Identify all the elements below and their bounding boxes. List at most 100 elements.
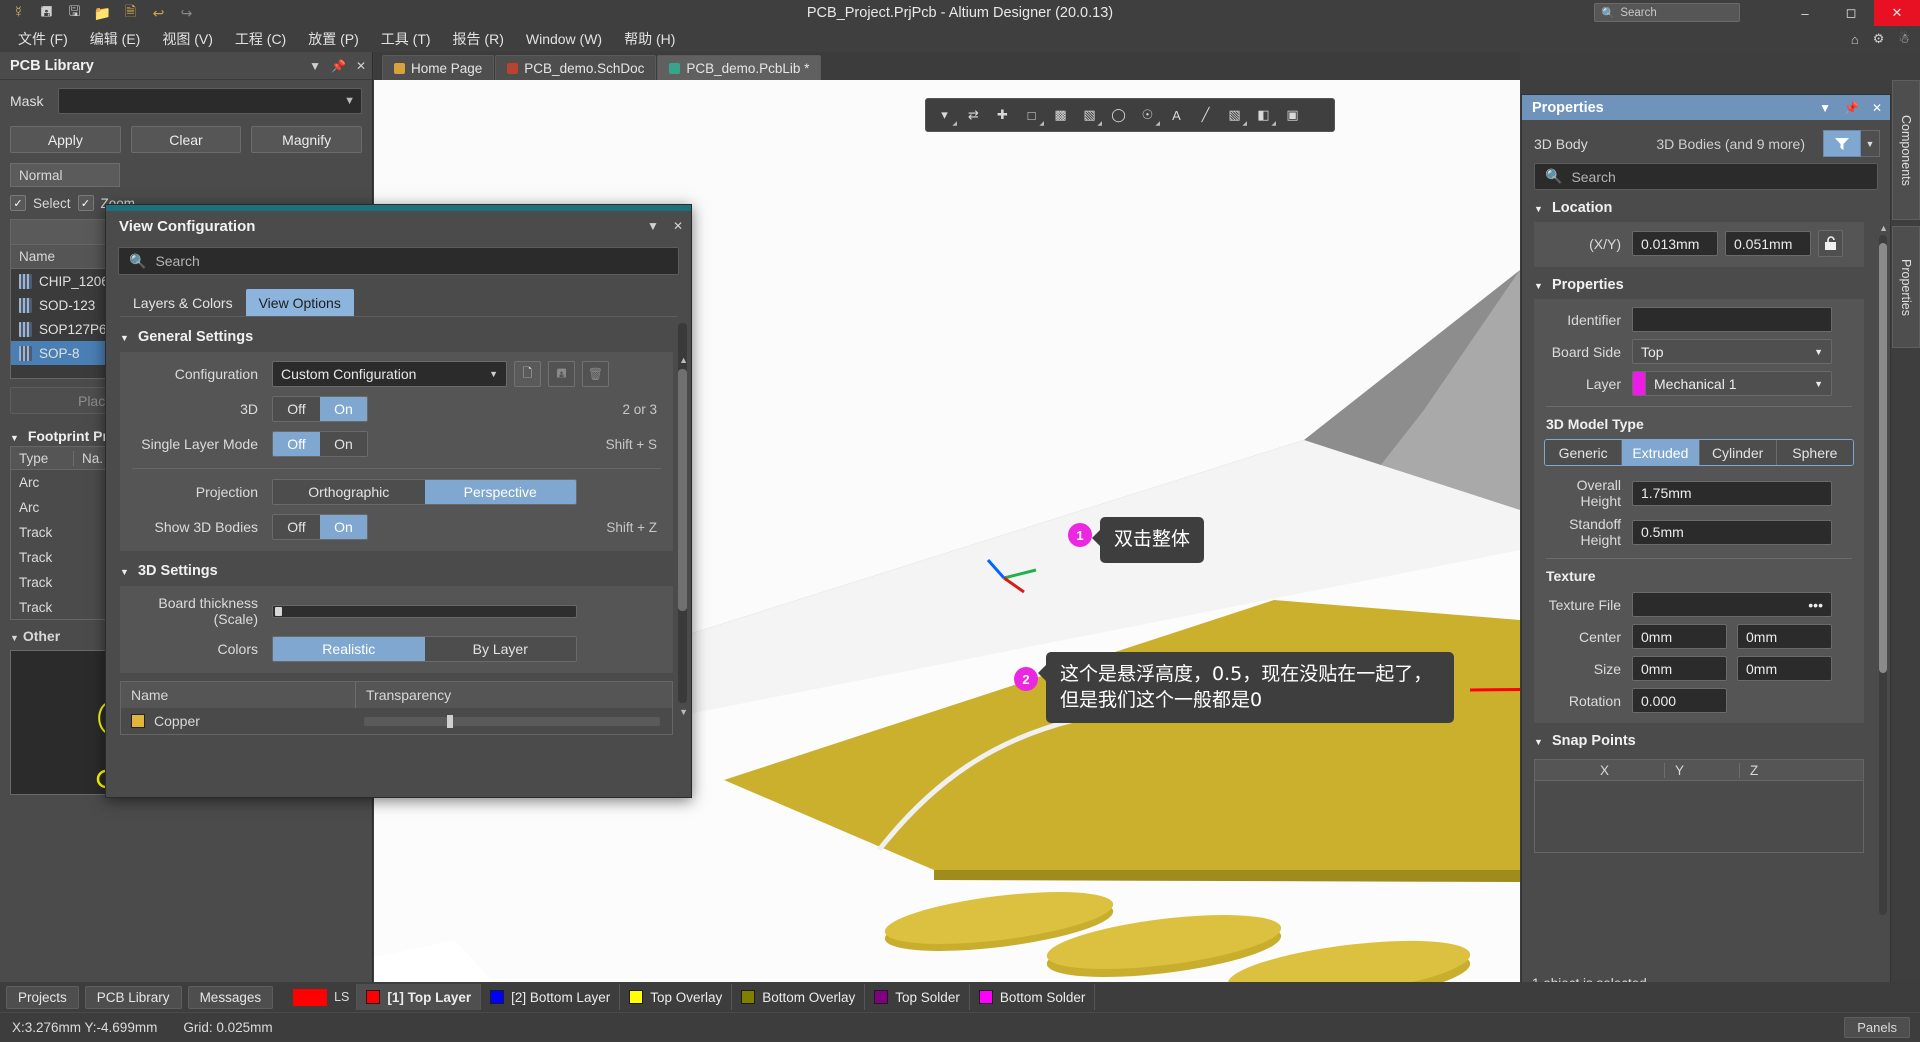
layer-set-chip[interactable]: LS	[293, 984, 358, 1010]
tab-view-options[interactable]: View Options	[245, 289, 354, 316]
3d-toggle[interactable]: Off On	[272, 396, 368, 422]
menu-view[interactable]: 视图 (V)	[152, 26, 223, 52]
location-y-input[interactable]: 0.051mm	[1725, 231, 1811, 256]
menu-edit[interactable]: 编辑 (E)	[80, 26, 151, 52]
layer-tab-bottom-solder[interactable]: Bottom Solder	[970, 984, 1096, 1010]
snap-points-section-title[interactable]: ▼ Snap Points	[1522, 723, 1890, 755]
apply-button[interactable]: Apply	[10, 126, 121, 153]
overall-height-input[interactable]: 1.75mm	[1632, 480, 1832, 506]
tab-layers-and-colors[interactable]: Layers & Colors	[120, 289, 246, 316]
panel-tab-messages[interactable]: Messages	[187, 985, 274, 1009]
gear-icon[interactable]: ⚙	[1873, 31, 1885, 47]
global-search-box[interactable]: 🔍 Search	[1594, 3, 1740, 22]
eraser-icon[interactable]: ▧ ◢	[1076, 102, 1103, 128]
save-config-icon[interactable]: 🗋	[514, 361, 541, 387]
colors-realistic-button[interactable]: Realistic	[273, 637, 425, 661]
3d-model-type-toggle[interactable]: Generic Extruded Cylinder Sphere	[1544, 439, 1854, 466]
layer-tab-bottom-overlay[interactable]: Bottom Overlay	[732, 984, 866, 1010]
panel-tab-projects[interactable]: Projects	[6, 985, 79, 1009]
model-type-generic-button[interactable]: Generic	[1545, 440, 1623, 465]
menu-file[interactable]: 文件 (F)	[8, 26, 78, 52]
texture-browse-icon[interactable]: •••	[1808, 597, 1823, 613]
circle-icon[interactable]: ◯	[1105, 102, 1132, 128]
home-icon[interactable]: ⌂	[1851, 32, 1859, 47]
model-type-sphere-button[interactable]: Sphere	[1776, 440, 1853, 465]
3d-on-button[interactable]: On	[320, 397, 367, 421]
view-configuration-search[interactable]: 🔍 Search	[118, 247, 679, 275]
select-checkbox[interactable]: ✓	[10, 195, 26, 211]
select-rect-icon[interactable]: □ ◢	[1018, 102, 1045, 128]
funnel-icon[interactable]	[1823, 130, 1861, 157]
region-icon[interactable]: ▣	[1279, 102, 1306, 128]
chart-icon[interactable]: ▩	[1047, 102, 1074, 128]
slider-handle[interactable]	[447, 714, 453, 728]
colors-toggle[interactable]: Realistic By Layer	[272, 636, 577, 662]
dock-tab-properties[interactable]: Properties	[1892, 226, 1920, 348]
delete-config-icon[interactable]: 🗑	[582, 361, 609, 387]
single-layer-on-button[interactable]: On	[320, 432, 367, 456]
close-icon[interactable]: ✕	[673, 219, 683, 233]
show-bodies-on-button[interactable]: On	[320, 515, 367, 539]
standoff-height-input[interactable]: 0.5mm	[1632, 519, 1832, 545]
chevron-down-icon[interactable]: ▼	[1861, 130, 1880, 157]
menu-help[interactable]: 帮助 (H)	[614, 26, 685, 52]
board-thickness-slider[interactable]	[272, 604, 577, 618]
texture-rotation-input[interactable]: 0.000	[1632, 688, 1727, 713]
chevron-down-icon[interactable]: ▼	[309, 59, 321, 73]
snap-points-table-body[interactable]	[1534, 781, 1864, 853]
configuration-select[interactable]: Custom Configuration ▼	[272, 361, 507, 387]
close-icon[interactable]: ✕	[1872, 101, 1882, 115]
polygon-icon[interactable]: ▧ ◢	[1221, 102, 1248, 128]
chevron-down-icon[interactable]: ▼	[647, 219, 659, 233]
show-3d-bodies-toggle[interactable]: Off On	[272, 514, 368, 540]
user-icon[interactable]: ☃	[1898, 31, 1910, 47]
zoom-checkbox[interactable]: ✓	[77, 195, 94, 211]
show-bodies-off-button[interactable]: Off	[273, 515, 320, 539]
tab-home-page[interactable]: Home Page	[382, 55, 495, 80]
pin-icon[interactable]: 📌	[331, 59, 346, 73]
model-type-extruded-button[interactable]: Extruded	[1622, 440, 1700, 465]
properties-search-input[interactable]: 🔍 Search	[1534, 163, 1878, 190]
texture-size-x-input[interactable]: 0mm	[1632, 656, 1727, 681]
texture-center-y-input[interactable]: 0mm	[1737, 624, 1832, 649]
measure-icon[interactable]: ⇄	[960, 102, 987, 128]
panel-tab-pcb-library[interactable]: PCB Library	[84, 985, 182, 1009]
single-layer-off-button[interactable]: Off	[273, 432, 320, 456]
3d-off-button[interactable]: Off	[273, 397, 320, 421]
clear-button[interactable]: Clear	[130, 126, 242, 153]
single-layer-mode-toggle[interactable]: Off On	[272, 431, 368, 457]
menu-tools[interactable]: 工具 (T)	[371, 26, 441, 52]
scroll-up-icon[interactable]: ▲	[1879, 223, 1888, 233]
close-button[interactable]: ✕	[1874, 0, 1920, 26]
table-row[interactable]: Copper	[121, 708, 672, 734]
3d-settings-title[interactable]: ▼ 3D Settings	[106, 551, 691, 586]
layer-tab-top-solder[interactable]: Top Solder	[865, 984, 970, 1010]
menu-place[interactable]: 放置 (P)	[298, 26, 369, 52]
texture-center-x-input[interactable]: 0mm	[1632, 624, 1727, 649]
slider-handle[interactable]	[275, 606, 282, 616]
properties-section-title[interactable]: ▼ Properties	[1522, 267, 1890, 299]
texture-size-y-input[interactable]: 0mm	[1737, 656, 1832, 681]
menu-window[interactable]: Window (W)	[516, 28, 612, 50]
scroll-down-icon[interactable]: ▼	[679, 707, 688, 717]
chevron-down-icon[interactable]: ▼	[1819, 101, 1831, 115]
general-settings-title[interactable]: ▼ General Settings	[106, 317, 691, 352]
properties-scrollbar-thumb[interactable]	[1879, 243, 1887, 673]
layer-color-swatch[interactable]	[1632, 371, 1645, 396]
projection-perspective-button[interactable]: Perspective	[424, 480, 576, 504]
board-side-select[interactable]: Top ▼	[1632, 339, 1832, 364]
unlock-icon[interactable]	[1818, 230, 1843, 257]
layer-tab-top-overlay[interactable]: Top Overlay	[620, 984, 733, 1010]
location-section-title[interactable]: ▼ Location	[1522, 190, 1890, 222]
copper-transparency-slider[interactable]	[364, 714, 660, 728]
normal-mode-select[interactable]: Normal	[10, 163, 120, 187]
minimize-button[interactable]: –	[1782, 0, 1828, 26]
copy-config-icon[interactable]: 🖪	[548, 361, 575, 387]
dimension-icon[interactable]: ◧ ◢	[1250, 102, 1277, 128]
layer-select[interactable]: Mechanical 1 ▼	[1645, 371, 1832, 396]
texture-file-input[interactable]: •••	[1632, 592, 1832, 617]
text-icon[interactable]: A	[1163, 102, 1190, 128]
crosshair-icon[interactable]: ✚	[989, 102, 1016, 128]
model-type-cylinder-button[interactable]: Cylinder	[1699, 440, 1777, 465]
line-icon[interactable]: ╱	[1192, 102, 1219, 128]
